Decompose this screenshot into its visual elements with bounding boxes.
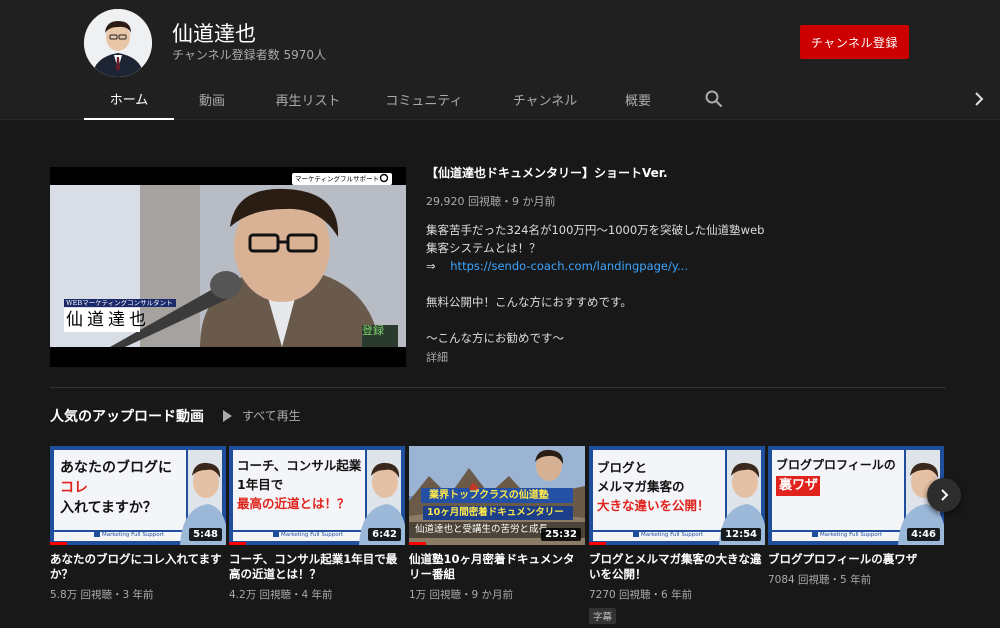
description-line: 集客苦手だった324名が100万円〜1000万を突破した仙道塾web [426,223,765,237]
video-title[interactable]: 仙道塾10ヶ月密着ドキュメンタリー番組 [409,552,585,582]
thumbnail-caption: 裏ワザ [779,478,819,493]
channel-tabs: ホーム 動画 再生リスト コミュニティ チャンネル 概要 [84,78,984,120]
thumbnail-brand: Marketing Full Support [281,532,344,538]
thumbnail-brand: Marketing Full Support [641,532,704,538]
thumbnail-caption: 仙道達也と受講生の苦労と成長 [415,524,549,535]
thumbnail-name-text: 仙道達也 [66,310,150,330]
play-all-label: すべて再生 [242,409,301,423]
description-link-line: ⇒ https://sendo-coach.com/landingpage/y.… [426,257,776,275]
video-thumbnail[interactable]: あなたのブログに コレ 入れてますか？ Marketing Full Suppo… [50,446,226,545]
section-divider [50,387,946,388]
watch-progress [589,542,606,545]
shelf-next-button[interactable] [927,478,961,512]
thumbnail-brand: Marketing Full Support [820,532,883,538]
tab-community[interactable]: コミュニティ [374,78,474,120]
thumbnail-caption: ブログプロフィールの [776,458,896,472]
subscribe-button[interactable]: チャンネル登録 [800,25,909,59]
arrow-text: ⇒ [426,259,436,273]
tab-about[interactable]: 概要 [612,78,664,120]
tab-videos[interactable]: 動画 [176,78,248,120]
watch-progress [409,542,426,545]
subscriber-count: チャンネル登録者数 5970人 [172,48,326,62]
thumbnail-caption: コーチ、コンサル起業 1年目で 最高の近道とは！？ [237,458,362,511]
video-card[interactable]: あなたのブログに コレ 入れてますか？ Marketing Full Suppo… [50,446,226,602]
video-duration: 12:54 [721,528,761,541]
play-icon [223,409,232,422]
video-meta: 4.2万 回視聴・4 年前 [229,589,333,601]
video-meta: 1万 回視聴・9 か月前 [409,589,514,601]
watch-progress [50,542,67,545]
video-card[interactable]: 業界トップクラスの仙道塾 10ヶ月間密着ドキュメンタリー 仙道達也と受講生の苦労… [409,446,585,602]
thumbnail-caption: 業界トップクラスの仙道塾 [429,490,549,501]
video-duration: 25:32 [541,528,581,541]
featured-video-meta: 29,920 回視聴・9 か月前 [426,195,556,208]
video-thumbnail[interactable]: ブログプロフィールの 裏ワザ Marketing Full Support 4:… [768,446,944,545]
tab-home[interactable]: ホーム [84,78,174,120]
search-icon[interactable] [704,89,724,109]
video-meta: 7270 回視聴・6 年前 [589,589,693,601]
chevron-right-icon [941,489,949,501]
description-line: 〜こんな方にお勧めです〜 [426,331,564,345]
play-all-button[interactable]: すべて再生 [223,407,301,424]
video-meta: 7084 回視聴・5 年前 [768,574,872,586]
video-duration: 4:46 [907,528,940,541]
featured-thumbnail-image [50,167,406,367]
channel-name: 仙道達也 [172,22,256,46]
chevron-right-icon[interactable] [972,90,986,108]
video-duration: 6:42 [368,528,401,541]
video-card[interactable]: ブログと メルマガ集客の 大きな違いを公開！ Marketing Full Su… [589,446,765,624]
video-title[interactable]: ブログとメルマガ集客の大きな違いを公開！ [589,552,765,582]
description-line: 無料公開中！こんな方におすすめです。 [426,295,632,309]
thumbnail-caption: あなたのブログに コレ 入れてますか？ [60,460,172,516]
thumbnail-caption: 10ヶ月間密着ドキュメンタリー [427,507,564,518]
thumbnail-brand: Marketing Full Support [102,532,165,538]
avatar-image [84,9,152,77]
video-meta: 5.8万 回視聴・3 年前 [50,589,154,601]
video-thumbnail[interactable]: ブログと メルマガ集客の 大きな違いを公開！ Marketing Full Su… [589,446,765,545]
video-thumbnail[interactable]: 業界トップクラスの仙道塾 10ヶ月間密着ドキュメンタリー 仙道達也と受講生の苦労… [409,446,585,545]
video-duration: 5:48 [189,528,222,541]
featured-video-description: 集客苦手だった324名が100万円〜1000万を突破した仙道塾web 集客システ… [426,221,776,347]
description-link[interactable]: https://sendo-coach.com/landingpage/y... [450,259,688,273]
channel-avatar[interactable] [84,9,152,77]
video-thumbnail[interactable]: コーチ、コンサル起業 1年目で 最高の近道とは！？ Marketing Full… [229,446,405,545]
thumbnail-role-text: WEBマーケティングコンサルタント [66,299,173,307]
video-title[interactable]: コーチ、コンサル起業1年目で最高の近道とは！？ [229,552,405,582]
watch-progress [229,542,246,545]
channel-header: 仙道達也 チャンネル登録者数 5970人 チャンネル登録 ホーム 動画 再生リス… [0,0,1000,120]
tab-playlists[interactable]: 再生リスト [260,78,356,120]
featured-video-title[interactable]: 【仙道達也ドキュメンタリー】ショートVer. [426,164,668,181]
thumbnail-caption: ブログと メルマガ集客の 大きな違いを公開！ [597,460,710,513]
subtitles-badge: 字幕 [589,608,617,624]
read-more-link[interactable]: 詳細 [426,349,448,365]
video-card[interactable]: ブログプロフィールの 裏ワザ Marketing Full Support 4:… [768,446,944,587]
video-title[interactable]: あなたのブログにコレ入れてますか？ [50,552,226,582]
thumbnail-search-text: マーケティングフルサポート [295,175,379,183]
video-card[interactable]: コーチ、コンサル起業 1年目で 最高の近道とは！？ Marketing Full… [229,446,405,602]
video-title[interactable]: ブログプロフィールの裏ワザ [768,552,944,567]
featured-video-thumbnail[interactable]: マーケティングフルサポート WEBマーケティングコンサルタント 仙道達也 登録 [50,167,406,367]
tab-channels[interactable]: チャンネル [500,78,590,120]
shelf-title: 人気のアップロード動画 [50,409,204,425]
thumbnail-subscribe-text: 登録 [362,324,384,337]
description-line: 集客システムとは！？ [426,241,541,255]
